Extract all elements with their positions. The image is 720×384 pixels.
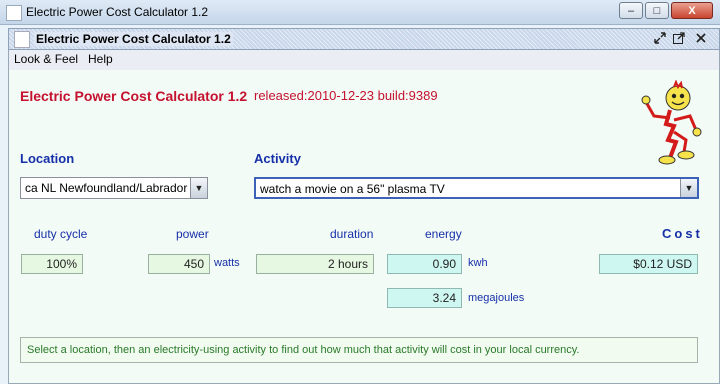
power-label: power (176, 227, 209, 241)
duration-label: duration (330, 227, 374, 241)
duty-cycle-field[interactable]: 100% (21, 254, 83, 274)
kwh-unit: kwh (468, 257, 488, 269)
frame-icon (14, 31, 30, 48)
power-field[interactable]: 450 (148, 254, 210, 274)
close-button[interactable]: X (671, 2, 713, 19)
restore-icon[interactable] (653, 31, 667, 45)
app-heading: Electric Power Cost Calculator 1.2 (20, 88, 248, 104)
close-icon[interactable] (694, 31, 708, 45)
status-message: Select a location, then an electricity-u… (20, 337, 698, 363)
menu-bar (9, 50, 719, 70)
menu-help[interactable]: Help (88, 52, 113, 66)
duty-cycle-label: duty cycle (34, 227, 88, 241)
watts-unit: watts (214, 257, 240, 269)
location-value: ca NL Newfoundland/Labrador (25, 181, 188, 195)
menu-look-and-feel[interactable]: Look & Feel (14, 52, 78, 66)
dropdown-arrow-icon[interactable]: ▼ (680, 179, 697, 197)
activity-value: watch a movie on a 56" plasma TV (260, 182, 445, 196)
cost-field: $0.12 USD (599, 254, 698, 274)
activity-dropdown[interactable]: watch a movie on a 56" plasma TV ▼ (254, 177, 699, 199)
frame-title: Electric Power Cost Calculator 1.2 (34, 32, 233, 46)
reddy-kilowatt-mascot (640, 79, 704, 166)
app-icon (6, 5, 22, 21)
activity-label: Activity (254, 151, 301, 166)
minimize-button[interactable]: – (619, 2, 643, 19)
window-title: Electric Power Cost Calculator 1.2 (26, 5, 209, 19)
location-dropdown[interactable]: ca NL Newfoundland/Labrador ▼ (20, 177, 208, 199)
maximize-button[interactable]: □ (645, 2, 669, 19)
release-info: released:2010-12-23 build:9389 (254, 88, 438, 103)
energy-mj-field: 3.24 (387, 288, 462, 308)
duration-field[interactable]: 2 hours (256, 254, 374, 274)
megajoules-unit: megajoules (468, 292, 525, 304)
energy-label: energy (425, 227, 462, 241)
cost-label: Cost (662, 226, 703, 241)
dropdown-arrow-icon[interactable]: ▼ (190, 178, 207, 198)
location-label: Location (20, 151, 75, 166)
maximize-icon[interactable] (672, 31, 686, 45)
energy-kwh-field: 0.90 (387, 254, 462, 274)
